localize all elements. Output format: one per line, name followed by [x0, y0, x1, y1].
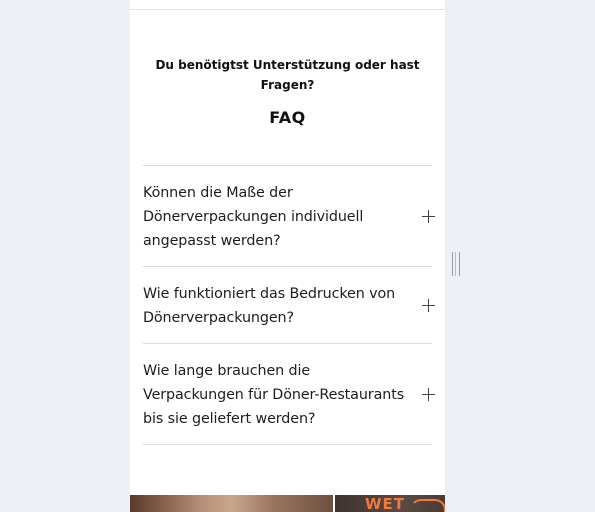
image-banner: WET	[130, 495, 445, 512]
plus-icon[interactable]	[422, 299, 435, 312]
support-heading: Du benötigtst Unterstützung oder hast Fr…	[155, 58, 420, 92]
faq-item[interactable]: Können die Maße der Dönerverpackungen in…	[143, 165, 435, 266]
faq-item[interactable]: Wie funktioniert das Bedrucken von Döner…	[143, 266, 435, 343]
faq-question: Wie lange brauchen die Verpackungen für …	[143, 363, 405, 427]
section-divider	[130, 9, 445, 10]
plus-icon[interactable]	[422, 210, 435, 223]
product-photo	[130, 495, 333, 512]
banner-text: WET	[365, 495, 406, 512]
faq-item[interactable]: Wie lange brauchen die Verpackungen für …	[143, 343, 435, 445]
faq-question: Können die Maße der Dönerverpackungen in…	[143, 185, 364, 249]
scroll-handle[interactable]	[452, 252, 460, 276]
plus-icon[interactable]	[422, 388, 435, 401]
content-viewport: Du benötigtst Unterstützung oder hast Fr…	[130, 0, 445, 512]
banner-curve-graphic	[410, 499, 445, 512]
faq-title: FAQ	[269, 108, 306, 127]
faq-accordion: Können die Maße der Dönerverpackungen in…	[143, 165, 435, 445]
faq-question: Wie funktioniert das Bedrucken von Döner…	[143, 286, 396, 326]
